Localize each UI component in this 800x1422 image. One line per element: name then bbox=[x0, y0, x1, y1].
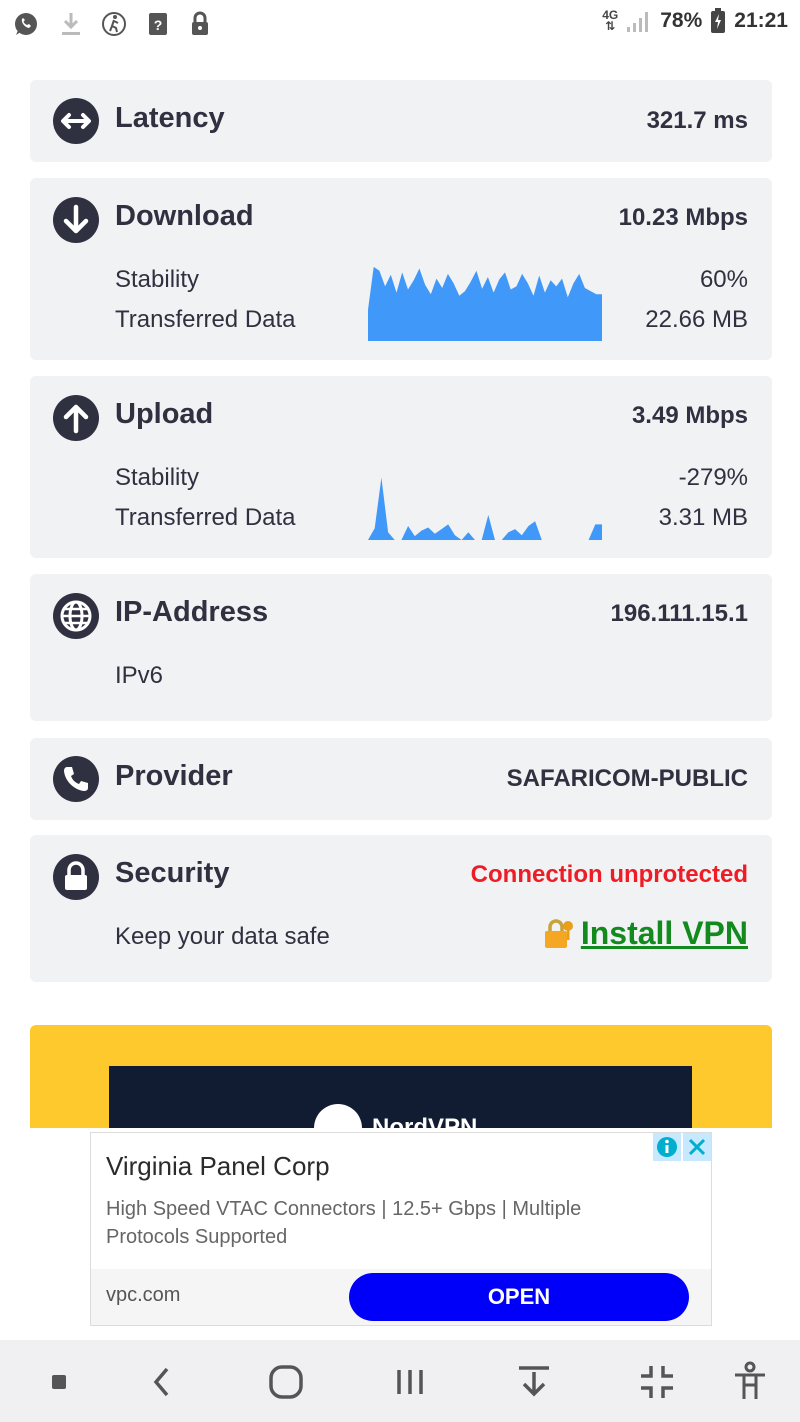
nordvpn-logo-icon bbox=[314, 1104, 362, 1128]
install-vpn-label[interactable]: Install VPN bbox=[581, 915, 748, 952]
upload-transferred-value: 3.31 MB bbox=[658, 504, 748, 531]
latency-title: Latency bbox=[115, 102, 225, 134]
battery-icon bbox=[711, 8, 726, 33]
lock-key-icon bbox=[544, 918, 573, 948]
install-vpn-link[interactable]: Install VPN bbox=[541, 915, 748, 952]
download-title: Download bbox=[115, 200, 254, 232]
upload-speed: 3.49 Mbps bbox=[631, 402, 748, 429]
nordvpn-ad[interactable]: NordVPN bbox=[30, 1025, 772, 1128]
security-card: Security Connection unprotected Keep you… bbox=[30, 835, 772, 982]
upload-graph bbox=[368, 477, 602, 540]
provider-value: SAFARICOM-PUBLIC bbox=[506, 765, 748, 792]
security-title: Security bbox=[115, 857, 230, 889]
collapse-icon[interactable] bbox=[635, 1360, 679, 1404]
banner-ad-url: vpc.com bbox=[106, 1284, 181, 1306]
phone-icon bbox=[53, 756, 99, 802]
nordvpn-ad-panel: NordVPN bbox=[109, 1066, 692, 1128]
ip-address-card: IP-Address 196.111.15.1 IPv6 bbox=[30, 574, 772, 721]
ad-close-icon[interactable] bbox=[683, 1133, 711, 1161]
ip-type: IPv6 bbox=[115, 662, 164, 689]
globe-icon bbox=[53, 593, 99, 639]
provider-title: Provider bbox=[115, 760, 233, 792]
ip-title: IP-Address bbox=[115, 596, 269, 628]
latency-value: 321.7 ms bbox=[646, 107, 748, 134]
download-speed: 10.23 Mbps bbox=[618, 204, 748, 231]
upload-stability-label: Stability bbox=[115, 464, 200, 491]
home-icon[interactable] bbox=[264, 1360, 308, 1404]
svg-text:?: ? bbox=[154, 17, 163, 33]
upload-stability-value: -279% bbox=[678, 464, 748, 491]
recents-icon[interactable] bbox=[388, 1360, 432, 1404]
ip-value: 196.111.15.1 bbox=[610, 600, 748, 627]
status-bar: ? 4G ⇅ 78% 21:21 bbox=[0, 0, 800, 48]
back-icon[interactable] bbox=[140, 1360, 184, 1404]
square-icon[interactable] bbox=[37, 1360, 81, 1404]
security-subtitle: Keep your data safe bbox=[115, 923, 330, 950]
download-arrow-icon bbox=[53, 197, 99, 243]
upload-card: Upload 3.49 Mbps Stability Transferred D… bbox=[30, 376, 772, 558]
banner-ad-footer: vpc.com OPEN bbox=[91, 1269, 711, 1325]
download-stability-label: Stability bbox=[115, 266, 200, 293]
upload-title: Upload bbox=[115, 398, 214, 430]
download-card: Download 10.23 Mbps Stability Transferre… bbox=[30, 178, 772, 360]
download-stability-value: 60% bbox=[699, 266, 748, 293]
upload-arrow-icon bbox=[53, 395, 99, 441]
banner-ad-description: High Speed VTAC Connectors | 12.5+ Gbps … bbox=[106, 1198, 582, 1248]
unknown-file-icon: ? bbox=[149, 13, 167, 35]
notification-pulldown-icon[interactable] bbox=[512, 1360, 556, 1404]
latency-icon bbox=[53, 98, 99, 144]
banner-ad[interactable]: Virginia Panel Corp High Speed VTAC Conn… bbox=[90, 1132, 712, 1326]
run-icon bbox=[102, 12, 126, 36]
banner-ad-title[interactable]: Virginia Panel Corp bbox=[106, 1151, 330, 1182]
navigation-bar bbox=[0, 1340, 800, 1422]
nordvpn-brand: NordVPN bbox=[372, 1114, 478, 1128]
battery-percent: 78% bbox=[660, 9, 703, 32]
download-transferred-value: 22.66 MB bbox=[645, 306, 748, 333]
provider-card: Provider SAFARICOM-PUBLIC bbox=[30, 738, 772, 820]
whatsapp-icon bbox=[15, 13, 37, 35]
clock: 21:21 bbox=[734, 9, 788, 32]
banner-ad-open-button[interactable]: OPEN bbox=[349, 1273, 689, 1321]
lock-icon bbox=[192, 11, 208, 35]
latency-card: Latency 321.7 ms bbox=[30, 80, 772, 162]
network-type: 4G ⇅ bbox=[602, 8, 619, 33]
security-status: Connection unprotected bbox=[470, 861, 748, 888]
padlock-icon bbox=[53, 854, 99, 900]
ad-info-icon[interactable] bbox=[653, 1133, 681, 1161]
download-graph-area bbox=[368, 266, 602, 341]
download-graph bbox=[368, 266, 602, 341]
accessibility-icon[interactable] bbox=[728, 1360, 772, 1404]
download-icon bbox=[62, 13, 80, 35]
download-transferred-label: Transferred Data bbox=[115, 306, 296, 333]
signal-icon bbox=[627, 12, 649, 32]
upload-transferred-label: Transferred Data bbox=[115, 504, 296, 531]
upload-graph-area bbox=[368, 477, 602, 540]
